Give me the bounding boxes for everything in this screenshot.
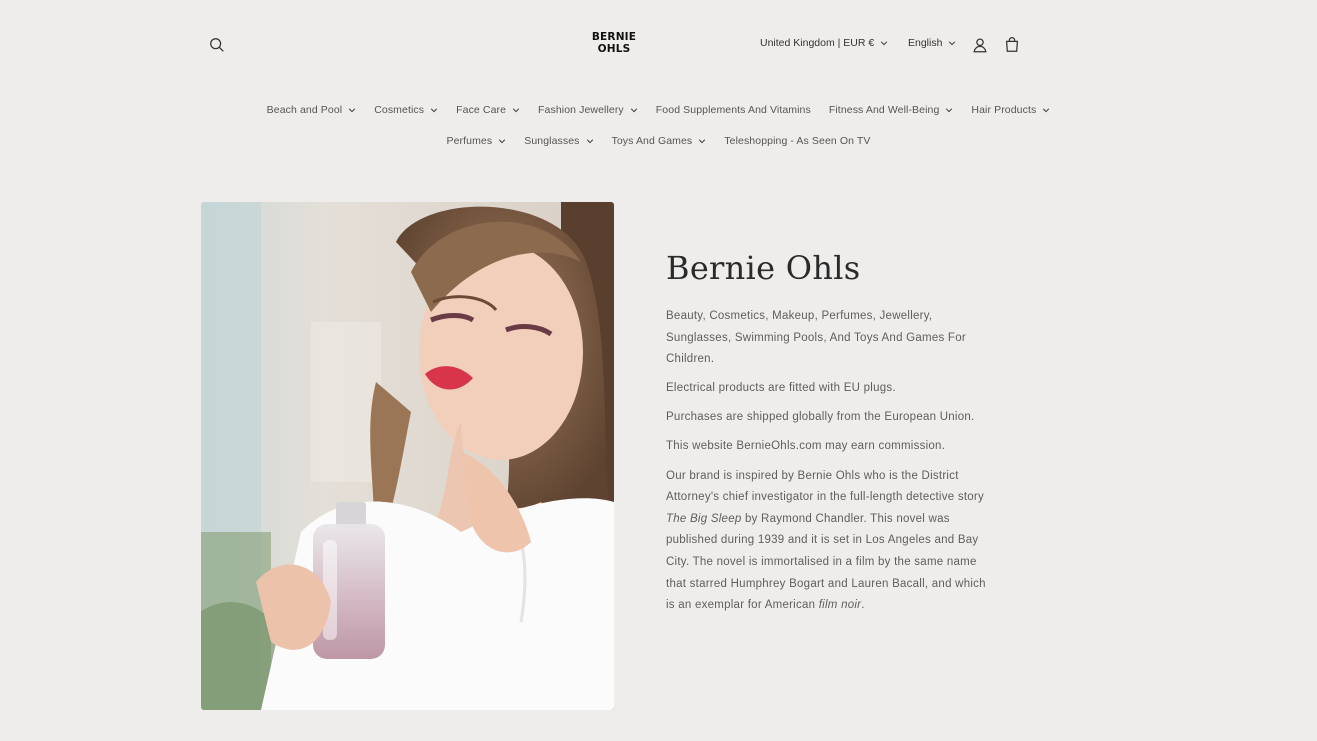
brand-story-text-2: by Raymond Chandler. This novel was publ… (666, 512, 986, 612)
page-title: Bernie Ohls (666, 249, 861, 287)
nav-item-label: Face Care (456, 104, 507, 116)
chevron-down-icon (498, 137, 506, 145)
shipping-paragraph: Purchases are shipped globally from the … (666, 411, 975, 424)
site-header: BERNIE OHLS United Kingdom | EUR € Engli… (0, 0, 1317, 90)
language-selector-label: English (908, 37, 943, 49)
nav-item-food-supplements[interactable]: Food Supplements And Vitamins (647, 104, 820, 116)
chevron-down-icon (586, 137, 594, 145)
account-icon[interactable] (966, 31, 994, 59)
chevron-down-icon (630, 106, 638, 114)
nav-item-hair-products[interactable]: Hair Products (962, 104, 1059, 116)
search-icon[interactable] (203, 31, 231, 59)
nav-item-perfumes[interactable]: Perfumes (437, 135, 515, 147)
brand-story-text-3: . (861, 599, 865, 612)
nav-item-label: Fitness And Well-Being (828, 104, 940, 116)
chevron-down-icon (880, 39, 888, 47)
chevron-down-icon (945, 106, 953, 114)
site-logo[interactable]: BERNIE OHLS (578, 31, 650, 55)
hero-image (201, 202, 614, 710)
chevron-down-icon (698, 137, 706, 145)
logo-line2: OHLS (597, 43, 631, 55)
chevron-down-icon (512, 106, 520, 114)
logo-line1: BERNIE (591, 31, 637, 43)
about-content: Bernie Ohls Beauty, Cosmetics, Makeup, P… (666, 248, 986, 624)
chevron-down-icon (348, 106, 356, 114)
main-nav-row-1: Beach and Pool Cosmetics Face Care Fashi… (0, 104, 1317, 116)
nav-item-label: Fashion Jewellery (538, 104, 624, 116)
nav-item-label: Hair Products (971, 104, 1037, 116)
nav-item-fashion-jewellery[interactable]: Fashion Jewellery (529, 104, 647, 116)
nav-item-label: Toys And Games (611, 135, 693, 147)
nav-item-label: Cosmetics (374, 104, 425, 116)
chevron-down-icon (1042, 106, 1050, 114)
brand-story-paragraph: Our brand is inspired by Bernie Ohls who… (666, 466, 986, 617)
cart-icon[interactable] (998, 31, 1026, 59)
language-selector[interactable]: English (908, 37, 956, 49)
main-nav-row-2: Perfumes Sunglasses Toys And Games Teles… (0, 135, 1317, 147)
chevron-down-icon (948, 39, 956, 47)
nav-item-label: Teleshopping - As Seen On TV (724, 135, 871, 147)
nav-item-label: Sunglasses (524, 135, 580, 147)
nav-item-label: Beach and Pool (266, 104, 343, 116)
nav-item-cosmetics[interactable]: Cosmetics (365, 104, 447, 116)
commission-paragraph: This website BernieOhls.com may earn com… (666, 440, 946, 453)
chevron-down-icon (430, 106, 438, 114)
nav-item-toys-and-games[interactable]: Toys And Games (603, 135, 716, 147)
country-selector-label: United Kingdom | EUR € (760, 37, 875, 49)
description-paragraph: Beauty, Cosmetics, Makeup, Perfumes, Jew… (666, 310, 966, 366)
nav-item-fitness[interactable]: Fitness And Well-Being (820, 104, 963, 116)
nav-item-teleshopping[interactable]: Teleshopping - As Seen On TV (715, 135, 879, 147)
nav-item-label: Perfumes (446, 135, 493, 147)
nav-item-beach-and-pool[interactable]: Beach and Pool (258, 104, 366, 116)
plugs-paragraph: Electrical products are fitted with EU p… (666, 382, 896, 395)
genre-term: film noir (818, 599, 862, 612)
nav-item-sunglasses[interactable]: Sunglasses (515, 135, 602, 147)
nav-item-face-care[interactable]: Face Care (447, 104, 529, 116)
country-selector[interactable]: United Kingdom | EUR € (760, 37, 888, 49)
brand-story-text-1: Our brand is inspired by Bernie Ohls who… (666, 469, 984, 504)
book-title: The Big Sleep (666, 512, 742, 525)
nav-item-label: Food Supplements And Vitamins (655, 104, 811, 116)
woman-with-perfume-image (201, 202, 614, 710)
